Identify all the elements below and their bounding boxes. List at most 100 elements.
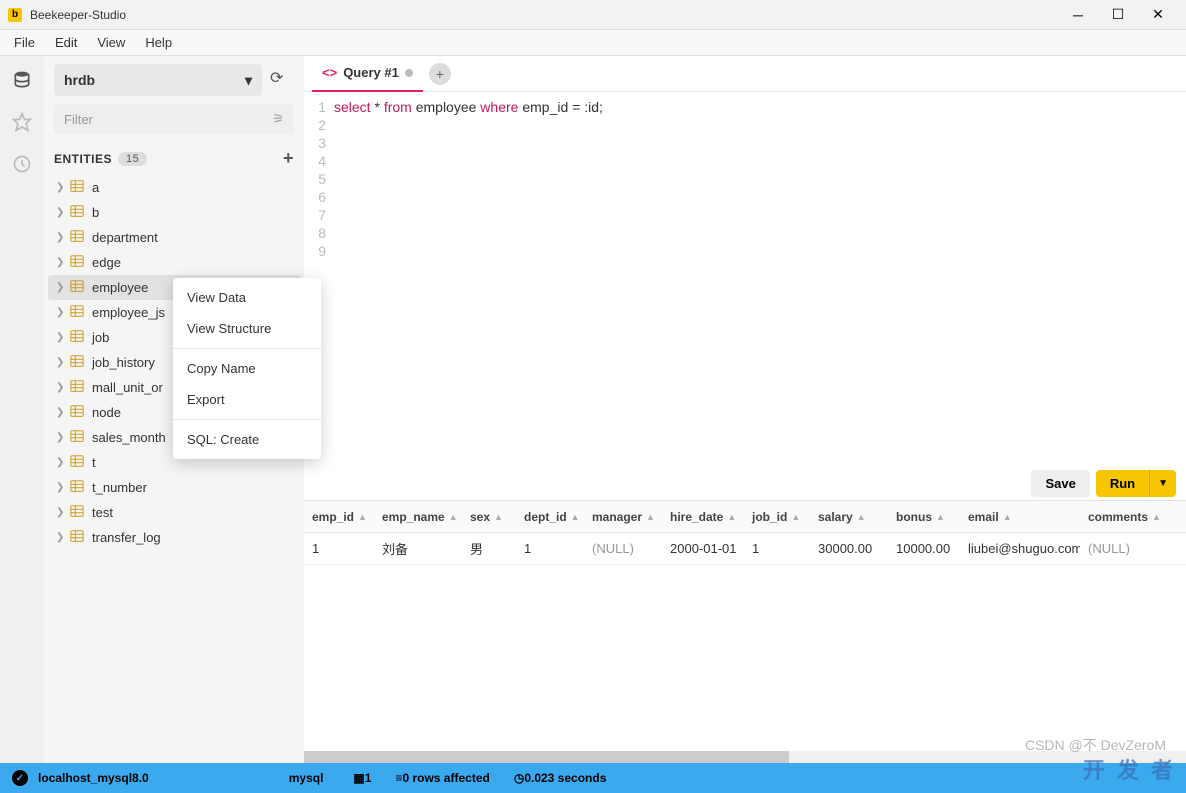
sql-editor[interactable]: 123456789 select * from employee where e… <box>304 92 1186 272</box>
sort-icon: ▲ <box>791 512 800 522</box>
table-name: edge <box>92 255 121 270</box>
column-comments[interactable]: comments▲ <box>1080 510 1168 524</box>
sidebar-item-transfer_log[interactable]: ❯transfer_log <box>48 525 300 550</box>
menubar: File Edit View Help <box>0 30 1186 56</box>
cell[interactable]: 2000-01-01 <box>662 541 744 556</box>
minimize-button[interactable]: ─ <box>1058 0 1098 30</box>
sidebar-item-b[interactable]: ❯b <box>48 200 300 225</box>
sidebar-item-test[interactable]: ❯test <box>48 500 300 525</box>
sidebar-item-t_number[interactable]: ❯t_number <box>48 475 300 500</box>
column-hire_date[interactable]: hire_date▲ <box>662 510 744 524</box>
table-icon <box>70 454 86 471</box>
content-area: <> Query #1 + 123456789 select * from em… <box>304 56 1186 763</box>
table-icon <box>70 479 86 496</box>
ctx-sql-create[interactable]: SQL: Create <box>173 424 321 455</box>
filter-placeholder: Filter <box>64 112 93 127</box>
maximize-button[interactable]: ☐ <box>1098 0 1138 30</box>
query-time: 0.023 seconds <box>524 771 606 785</box>
app-title: Beekeeper-Studio <box>30 8 1058 22</box>
table-name: a <box>92 180 99 195</box>
cell[interactable]: 30000.00 <box>810 541 888 556</box>
cell[interactable]: 10000.00 <box>888 541 960 556</box>
column-job_id[interactable]: job_id▲ <box>744 510 810 524</box>
clock-icon: ◷ <box>514 771 524 785</box>
sort-icon: ▲ <box>646 512 655 522</box>
cell[interactable]: 1 <box>744 541 810 556</box>
tab-query-1[interactable]: <> Query #1 <box>312 56 423 92</box>
scrollbar-thumb[interactable] <box>304 751 789 763</box>
sort-icon: ▲ <box>727 512 736 522</box>
menu-view[interactable]: View <box>87 32 135 53</box>
table-icon <box>70 529 86 546</box>
run-dropdown-button[interactable]: ▼ <box>1149 470 1176 497</box>
chevron-right-icon: ❯ <box>56 182 70 193</box>
column-dept_id[interactable]: dept_id▲ <box>516 510 584 524</box>
column-salary[interactable]: salary▲ <box>810 510 888 524</box>
menu-help[interactable]: Help <box>135 32 182 53</box>
run-button[interactable]: Run <box>1096 470 1149 497</box>
ctx-view-structure[interactable]: View Structure <box>173 313 321 344</box>
menu-edit[interactable]: Edit <box>45 32 87 53</box>
column-emp_name[interactable]: emp_name▲ <box>374 510 462 524</box>
cell[interactable]: 1 <box>304 541 374 556</box>
sort-icon: ▲ <box>571 512 580 522</box>
table-name: transfer_log <box>92 530 161 545</box>
chevron-right-icon: ❯ <box>56 407 70 418</box>
chevron-down-icon: ▾ <box>245 72 252 89</box>
table-name: job <box>92 330 109 345</box>
sidebar-item-a[interactable]: ❯a <box>48 175 300 200</box>
filter-icon: ⚞ <box>272 111 284 127</box>
engine-name: mysql <box>289 771 324 785</box>
chevron-right-icon: ❯ <box>56 507 70 518</box>
database-name: hrdb <box>64 72 95 88</box>
table-name: employee <box>92 280 148 295</box>
ctx-view-data[interactable]: View Data <box>173 282 321 313</box>
tab-label: Query #1 <box>343 65 399 80</box>
history-icon[interactable] <box>8 150 36 178</box>
table-icon <box>70 204 86 221</box>
row-count: 1 <box>365 771 372 785</box>
table-icon <box>70 504 86 521</box>
sidebar-item-edge[interactable]: ❯ edge <box>48 250 300 275</box>
save-button[interactable]: Save <box>1031 470 1089 497</box>
star-icon[interactable] <box>8 108 36 136</box>
table-icon <box>70 404 86 421</box>
ctx-copy-name[interactable]: Copy Name <box>173 353 321 384</box>
affected-icon: ≡ <box>395 771 402 785</box>
add-tab-button[interactable]: + <box>429 63 451 85</box>
cell[interactable]: liubei@shuguo.com <box>960 541 1080 556</box>
cell[interactable]: (NULL) <box>584 541 662 556</box>
menu-file[interactable]: File <box>4 32 45 53</box>
sidebar-item-department[interactable]: ❯department <box>48 225 300 250</box>
column-emp_id[interactable]: emp_id▲ <box>304 510 374 524</box>
close-button[interactable]: ✕ <box>1138 0 1178 30</box>
sort-icon: ▲ <box>1152 512 1161 522</box>
cell[interactable]: 刘备 <box>374 539 462 558</box>
column-email[interactable]: email▲ <box>960 510 1080 524</box>
sort-icon: ▲ <box>449 512 458 522</box>
database-select[interactable]: hrdb ▾ <box>54 64 262 96</box>
code-icon: <> <box>322 65 337 80</box>
column-manager[interactable]: manager▲ <box>584 510 662 524</box>
chevron-right-icon: ❯ <box>56 382 70 393</box>
cell[interactable]: 男 <box>462 539 516 558</box>
database-icon[interactable] <box>8 66 36 94</box>
ctx-export[interactable]: Export <box>173 384 321 415</box>
chevron-right-icon: ❯ <box>56 232 70 243</box>
cell[interactable]: (NULL) <box>1080 541 1168 556</box>
column-bonus[interactable]: bonus▲ <box>888 510 960 524</box>
refresh-button[interactable]: ⟳ <box>270 68 294 92</box>
chevron-right-icon: ❯ <box>56 207 70 218</box>
filter-input[interactable]: Filter ⚞ <box>54 104 294 134</box>
table-name: sales_month <box>92 430 166 445</box>
sort-icon: ▲ <box>857 512 866 522</box>
cell[interactable]: 1 <box>516 541 584 556</box>
connection-name: localhost_mysql8.0 <box>38 771 149 785</box>
chevron-right-icon: ❯ <box>56 257 70 268</box>
add-entity-button[interactable]: + <box>283 148 294 169</box>
chevron-right-icon: ❯ <box>56 482 70 493</box>
column-sex[interactable]: sex▲ <box>462 510 516 524</box>
chevron-right-icon: ❯ <box>56 282 70 293</box>
table-row[interactable]: 1刘备男1(NULL)2000-01-01130000.0010000.00li… <box>304 533 1186 565</box>
table-icon <box>70 279 86 296</box>
